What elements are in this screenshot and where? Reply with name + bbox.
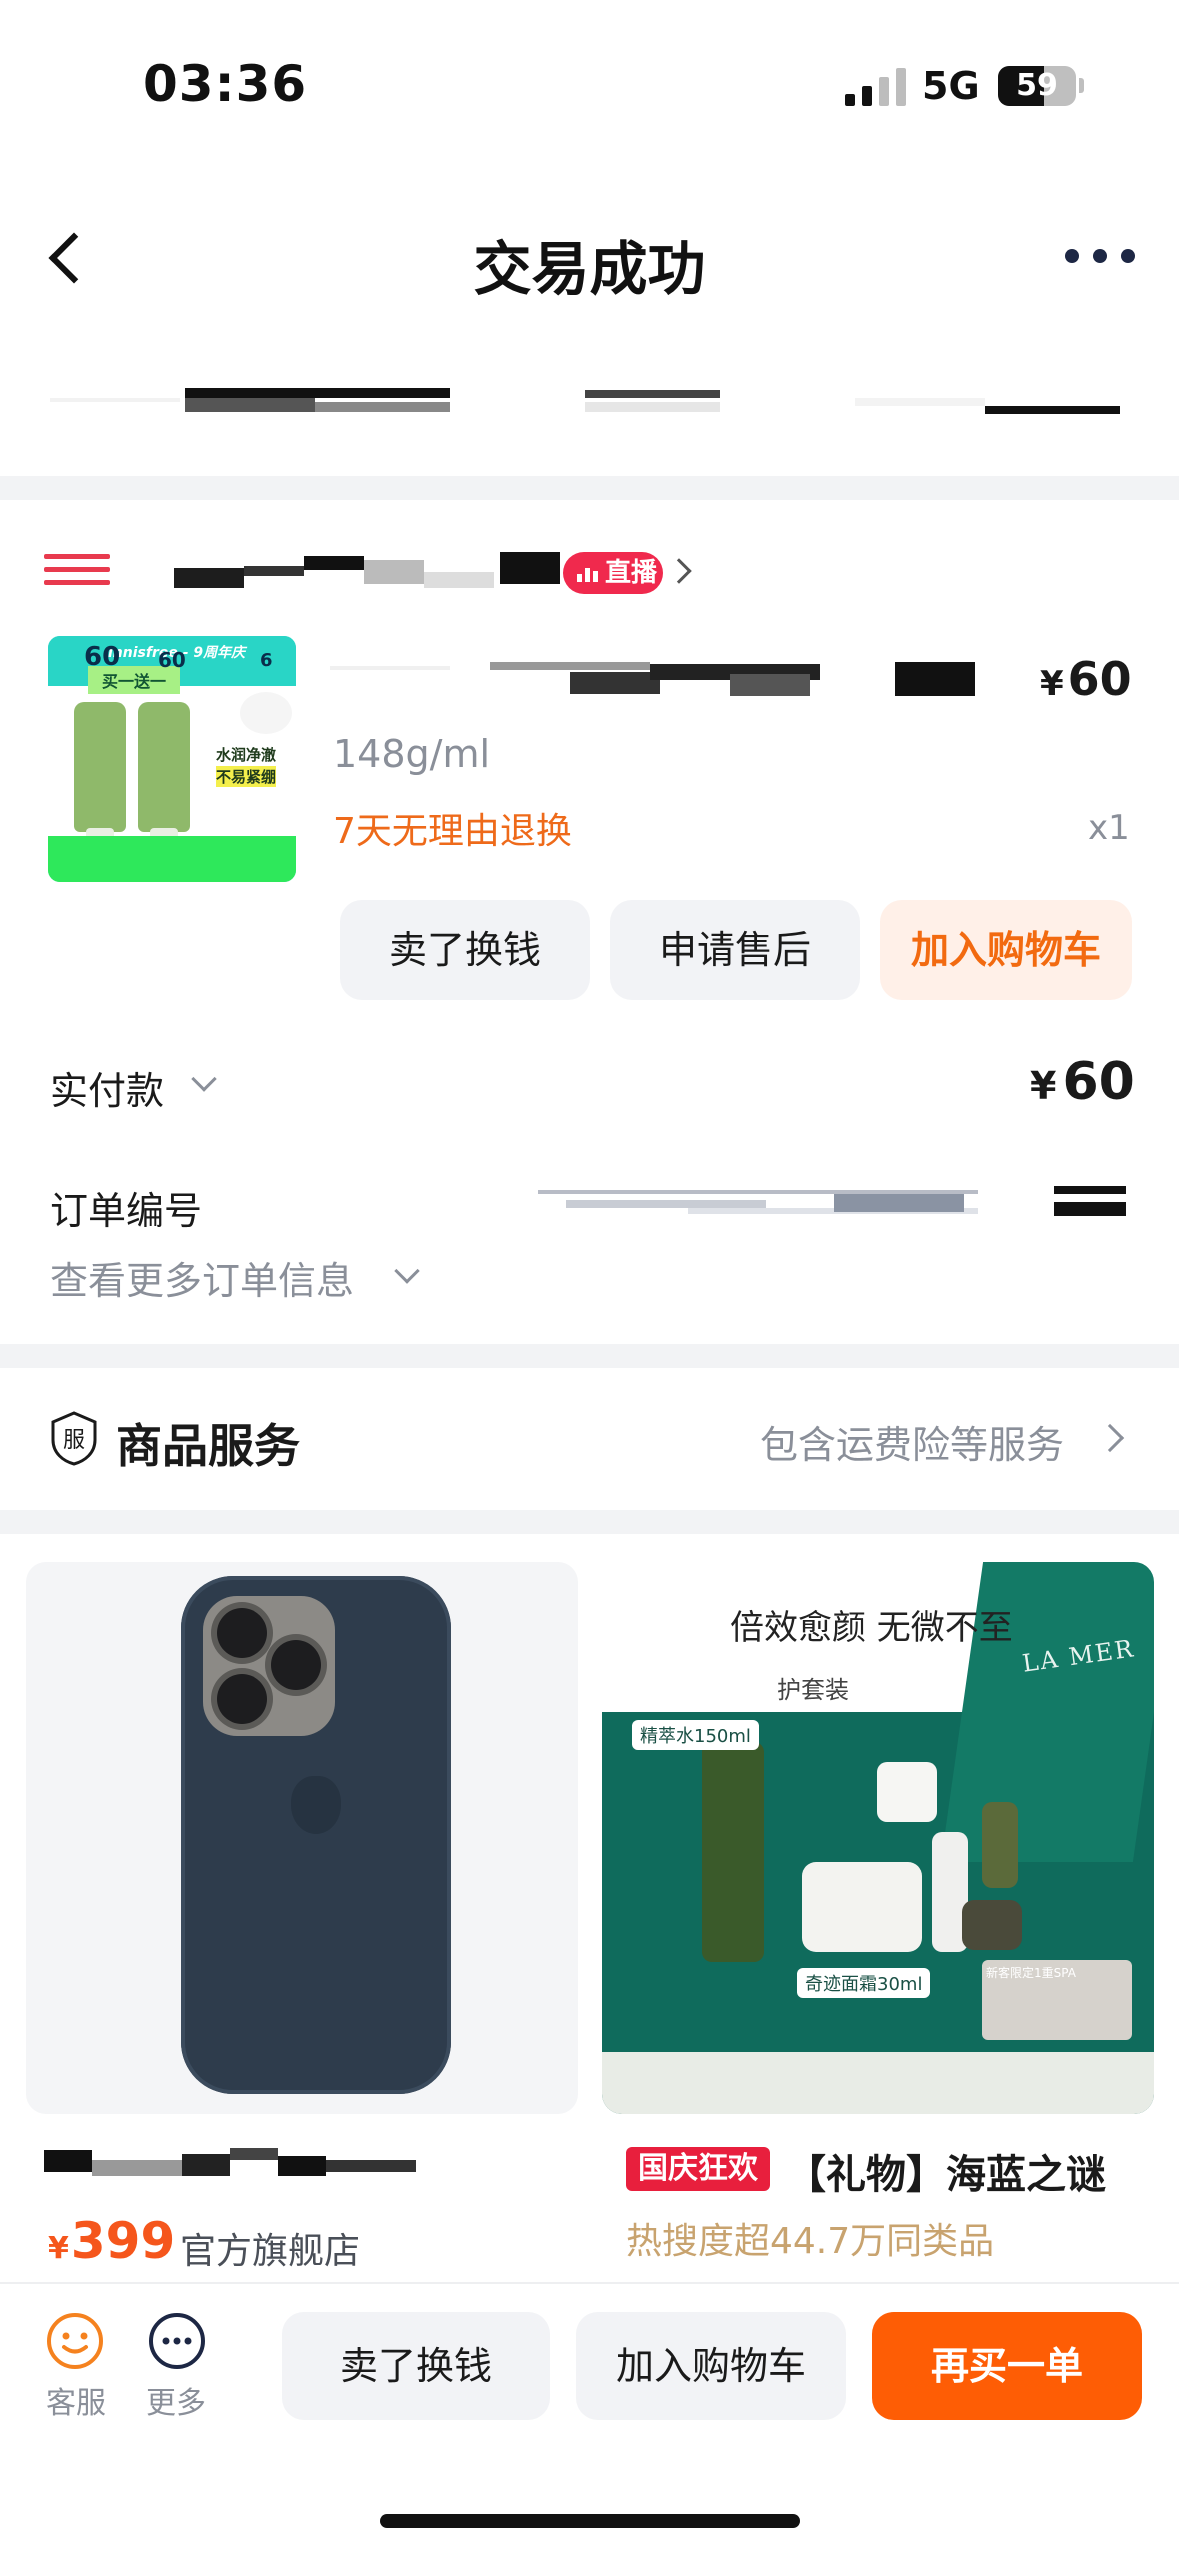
rec-2-headline: 倍效愈颜 无微不至: [730, 1608, 1013, 1648]
chevron-down-icon[interactable]: [394, 1258, 420, 1284]
bottom-sell-button[interactable]: 卖了换钱: [282, 2312, 550, 2420]
rec-title-2[interactable]: 【礼物】海蓝之谜: [786, 2142, 1106, 2200]
thumb-price-1: 60: [84, 642, 121, 672]
section-divider: [0, 476, 1179, 500]
order-number-label: 订单编号: [50, 1189, 203, 1233]
return-policy-tag: 7天无理由退换: [333, 811, 572, 852]
customer-service-label[interactable]: 客服: [46, 2378, 106, 2422]
rec-store-1: 官方旗舰店: [180, 2231, 361, 2272]
thumb-note-1: 水润净澈: [216, 746, 277, 764]
toner-bottle: [702, 1742, 764, 1962]
after-sales-button[interactable]: 申请售后: [610, 900, 860, 1000]
service-desc-link[interactable]: 包含运费险等服务: [760, 1414, 1064, 1469]
product-thumbnail[interactable]: innisfree - 9周年庆 买一送一 水润净澈 不易紧绷 60 60 6: [48, 636, 296, 882]
live-badge[interactable]: 直播: [563, 552, 663, 594]
serum-bottle: [982, 1802, 1018, 1888]
shield-icon: 服: [51, 1411, 97, 1466]
product-spec: 148g/ml: [333, 732, 491, 776]
bottom-add-cart-button[interactable]: 加入购物车: [576, 2312, 846, 2420]
redacted-order-number[interactable]: [538, 1186, 1128, 1220]
back-button[interactable]: [40, 222, 90, 292]
small-jar: [877, 1762, 937, 1822]
home-indicator[interactable]: [380, 2514, 800, 2528]
redacted-shop-name[interactable]: [170, 552, 565, 594]
more-label[interactable]: 更多: [146, 2378, 206, 2422]
more-icon[interactable]: [148, 2312, 206, 2370]
rec-currency-1: ¥: [48, 2231, 69, 2266]
more-order-info-link[interactable]: 查看更多订单信息: [50, 1250, 354, 1305]
rec-price-1: ¥399: [48, 2212, 175, 2270]
more-options-icon[interactable]: [1065, 244, 1135, 268]
add-to-cart-button[interactable]: 加入购物车: [880, 900, 1132, 1000]
section-divider: [0, 1510, 1179, 1534]
rec-2-foot-1: 新客限定1重SPA: [986, 1966, 1076, 1980]
price-symbol: ¥: [1040, 664, 1064, 704]
shop-logo-icon[interactable]: [44, 554, 110, 588]
redacted-product-title[interactable]: [330, 656, 980, 706]
redacted-logistics-info: [0, 380, 1179, 440]
rec-product-image-2[interactable]: 倍效愈颜 无微不至 护套装 LA MER 精萃水150ml 奇迹面霜30ml 新…: [602, 1562, 1154, 2114]
chevron-right-icon[interactable]: [1095, 1423, 1125, 1453]
battery-level: 59: [1016, 68, 1058, 103]
rebuy-button[interactable]: 再买一单: [872, 2312, 1142, 2420]
chevron-down-icon[interactable]: [191, 1066, 217, 1092]
thumb-price-3: 6: [260, 650, 273, 671]
status-time: 03:36: [143, 55, 308, 113]
status-bar: 03:36 5G 59: [0, 0, 1179, 150]
service-title: 商品服务: [116, 1419, 300, 1473]
rec-product-image-1[interactable]: [26, 1562, 578, 2114]
rec-hot-2: 热搜度超44.7万同类品: [626, 2221, 995, 2262]
signal-icon: [845, 68, 907, 106]
eye-cream-jar: [962, 1900, 1022, 1950]
rec-price-value-1: 399: [70, 2212, 176, 2270]
paid-amount-label[interactable]: 实付款: [50, 1060, 164, 1115]
price-value: 60: [1067, 652, 1132, 706]
rec-2-subline: 护套装: [777, 1676, 849, 1704]
live-icon: [577, 566, 599, 582]
redacted-rec-title-1[interactable]: [44, 2148, 416, 2182]
live-label: 直播: [605, 558, 658, 588]
page-title: 交易成功: [473, 235, 706, 303]
item-quantity: x1: [1088, 808, 1130, 848]
rec-2-chip-1: 精萃水150ml: [632, 1720, 759, 1750]
battery-cap: [1079, 78, 1084, 93]
section-divider: [0, 1344, 1179, 1368]
thumb-round-badge: [240, 692, 292, 734]
service-icon-char: 服: [63, 1428, 85, 1453]
thumb-note-2: 不易紧绷: [216, 766, 277, 787]
battery-icon: 59: [998, 66, 1076, 106]
phone-case-image: [181, 1576, 451, 2094]
paid-value: 60: [1062, 1052, 1135, 1112]
promo-badge: 国庆狂欢: [626, 2147, 770, 2191]
chevron-right-icon[interactable]: [666, 558, 692, 584]
spa-photo: 新客限定1重SPA: [982, 1960, 1132, 2040]
item-price: ¥60: [1040, 652, 1132, 706]
apple-logo-icon: [291, 1776, 341, 1834]
paid-amount: ¥60: [1030, 1052, 1135, 1112]
rec-2-footer: [602, 2052, 1154, 2114]
cream-jar: [802, 1862, 922, 1952]
paid-currency: ¥: [1030, 1064, 1057, 1108]
sell-for-cash-button[interactable]: 卖了换钱: [340, 900, 590, 1000]
customer-service-icon[interactable]: [46, 2312, 104, 2370]
thumb-price-2: 60: [158, 648, 186, 672]
rec-2-chip-2: 奇迹面霜30ml: [797, 1968, 931, 1998]
network-type: 5G: [922, 64, 980, 108]
